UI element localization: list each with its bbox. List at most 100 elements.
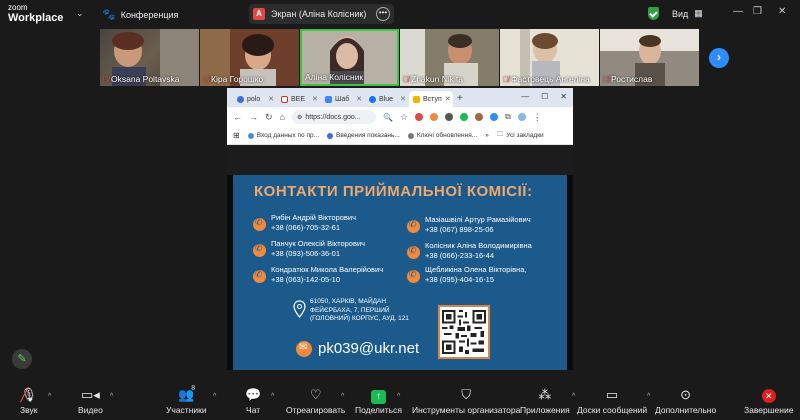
participant-tile[interactable]: 🎙̸ Oksana Poltavska [100, 29, 199, 86]
shared-browser-window: polo ✕ ВЕЕ ✕ Шаб ✕ Blue ✕ Вступ ✕ + — ☐ ✕ ← →… [227, 88, 573, 145]
video-button[interactable]: ▭◂ Видео [78, 387, 103, 415]
email-text: pk039@ukr.net [318, 340, 420, 357]
participants-button[interactable]: 👥 8 Участники [166, 385, 207, 415]
close-icon[interactable]: ✕ [560, 92, 567, 101]
react-button[interactable]: ♡ Отреагировать [286, 387, 345, 415]
bookmark-label: Введения показань... [336, 132, 400, 139]
chat-bubble-icon: 💬 [245, 387, 262, 402]
close-tab-icon[interactable]: ✕ [312, 95, 318, 103]
browser-tab[interactable]: polo ✕ [233, 91, 277, 107]
restore-icon[interactable]: ❐ [753, 6, 762, 17]
security-shield-icon[interactable] [648, 7, 659, 20]
bookmark-favicon-icon [247, 132, 254, 139]
whiteboards-button[interactable]: ▭ Доски сообщений [577, 387, 647, 415]
apps-button[interactable]: ⁂ Приложения [520, 387, 570, 415]
annotate-pencil-icon[interactable]: ✎ [12, 349, 32, 369]
whiteboards-options-caret-icon[interactable]: ^ [647, 393, 650, 400]
contact-phone: +38 (093)-506-36-01 [271, 249, 341, 258]
slide-top-area [227, 145, 573, 175]
paw-icon: 🐾 [102, 9, 116, 21]
browser-tab[interactable]: Blue ✕ [365, 91, 409, 107]
share-label: Поделиться [355, 405, 402, 415]
participant-tile[interactable]: 🎙̸ Ростислав [600, 29, 699, 86]
share-screen-button[interactable]: ↑ Поделиться [355, 387, 402, 415]
browser-tab[interactable]: ВЕЕ ✕ [277, 91, 321, 107]
more-button[interactable]: ⊙ Дополнительно [655, 387, 716, 415]
phone-icon [253, 243, 266, 257]
participant-tile[interactable]: 🎙̸ Zhakun Nikita [400, 29, 499, 86]
close-icon[interactable]: ✕ [778, 6, 786, 17]
share-options-caret-icon[interactable]: ^ [397, 393, 400, 400]
participants-options-caret-icon[interactable]: ^ [213, 393, 216, 400]
browser-tab-bar: polo ✕ ВЕЕ ✕ Шаб ✕ Blue ✕ Вступ ✕ + — ☐ ✕ [227, 88, 573, 107]
phone-icon [407, 269, 420, 283]
extension-icon[interactable] [460, 113, 469, 121]
more-options-icon[interactable]: ••• [376, 7, 390, 21]
maximize-icon[interactable]: ☐ [541, 92, 548, 101]
browser-menu-icon[interactable]: ⋮ [533, 112, 542, 123]
participant-tile[interactable]: 🎙̸ Кіра Горошко [200, 29, 299, 86]
close-tab-icon[interactable]: ✕ [356, 95, 362, 103]
extension-icon[interactable] [430, 113, 439, 121]
contacts-panel: КОНТАКТИ ПРИЙМАЛЬНОЇ КОМІСІЇ: Рибін Андр… [233, 175, 567, 370]
participants-icon: 👥 8 [178, 385, 196, 402]
home-icon[interactable]: ⌂ [280, 112, 285, 122]
search-icon[interactable]: 🔍 [383, 113, 393, 122]
forward-icon[interactable]: → [249, 112, 258, 122]
extension-icon[interactable] [475, 113, 484, 121]
contact-card: Мазіашвілі Артур Рамазійович+38 (067) 89… [407, 215, 531, 235]
next-page-button[interactable]: › [709, 48, 729, 68]
apps-grid-icon[interactable]: ⊞ [233, 131, 240, 140]
extension-icon[interactable] [445, 113, 454, 121]
screen-share-indicator[interactable]: А Экран (Аліна Колісник) ••• [249, 4, 394, 24]
participant-tile[interactable]: 🎙̸ Фастовець Ангеліна [500, 29, 599, 86]
reload-icon[interactable]: ↻ [265, 112, 273, 123]
back-icon[interactable]: ← [233, 112, 242, 122]
chat-options-caret-icon[interactable]: ^ [271, 393, 274, 400]
bookmark-item[interactable]: Ключі обновлення... [407, 132, 477, 139]
close-tab-icon[interactable]: ✕ [400, 95, 406, 103]
close-tab-icon[interactable]: ✕ [268, 95, 274, 103]
browser-tab[interactable]: Шаб ✕ [321, 91, 365, 107]
minimize-icon[interactable]: — [733, 6, 743, 17]
location-pin-icon [293, 300, 306, 318]
host-tools-button[interactable]: ⛉ Инструменты организатора [412, 387, 520, 415]
audio-button[interactable]: 🎙 ╱ Звук [20, 387, 37, 415]
bookmark-item[interactable]: Введения показань... [327, 132, 400, 139]
share-screen-icon: ↑ [370, 387, 386, 404]
logo-bottom-text: Workplace [8, 12, 64, 24]
chat-button[interactable]: 💬 Чат [245, 387, 261, 415]
contact-name: Рибін Андрій Вікторович [271, 213, 356, 222]
chevron-down-icon[interactable]: ⌄ [76, 8, 84, 19]
participant-tile-active-speaker[interactable]: Аліна Колісник [300, 29, 399, 86]
end-meeting-button[interactable]: ✕ Завершение [744, 387, 793, 415]
host-tools-label: Инструменты организатора [412, 405, 521, 415]
more-bookmarks-icon[interactable]: » [485, 132, 489, 139]
zoom-logo[interactable]: zoom Workplace [8, 3, 64, 24]
meeting-info[interactable]: 🐾 Конференция [102, 8, 178, 21]
end-call-icon: ✕ [761, 387, 776, 404]
chat-label: Чат [246, 405, 261, 415]
all-bookmarks-folder[interactable]: 🗀 Усі закладки [497, 130, 544, 141]
contact-name: Панчук Олексій Вікторович [271, 239, 366, 248]
close-tab-icon[interactable]: ✕ [445, 95, 451, 103]
browser-tab-active[interactable]: Вступ ✕ [409, 91, 453, 107]
view-menu[interactable]: Вид ▦ [672, 8, 703, 19]
extension-icon[interactable] [490, 113, 499, 121]
react-options-caret-icon[interactable]: ^ [341, 393, 344, 400]
extensions-puzzle-icon[interactable]: ⧉ [505, 112, 511, 122]
address-bar[interactable]: ⚙ https://docs.goo... [291, 110, 376, 124]
participant-name: Аліна Колісник [305, 72, 364, 82]
new-tab-icon[interactable]: + [457, 93, 463, 104]
apps-options-caret-icon[interactable]: ^ [572, 393, 575, 400]
audio-options-caret-icon[interactable]: ^ [48, 393, 51, 400]
minimize-icon[interactable]: — [521, 92, 529, 101]
bookmark-star-icon[interactable]: ☆ [400, 112, 408, 123]
video-options-caret-icon[interactable]: ^ [110, 393, 113, 400]
profile-avatar-icon[interactable] [517, 113, 526, 121]
bookmark-item[interactable]: Вход данных по пр... [247, 132, 319, 139]
meeting-toolbar: 🎙 ╱ Звук ^ ▭◂ Видео ^ 👥 8 Участники ^ 💬 Ча… [0, 383, 800, 420]
extension-icon[interactable] [415, 113, 424, 121]
react-label: Отреагировать [286, 405, 346, 415]
participant-name: Фастовець Ангеліна [511, 74, 590, 84]
